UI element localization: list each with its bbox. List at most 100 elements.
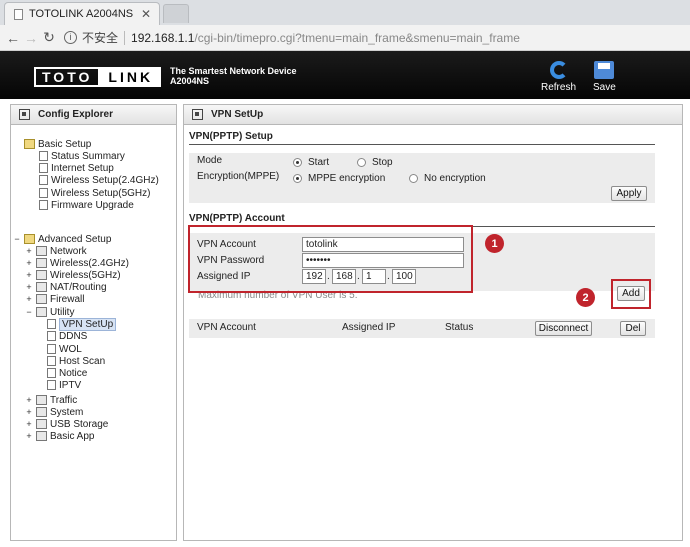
utility-icon [36, 307, 47, 317]
vpn-setup-header: VPN SetUp [184, 105, 682, 125]
vpn-setup-panel: VPN SetUp VPN(PPTP) Setup Mode Start Sto… [183, 104, 683, 541]
tree-item-wireless-5[interactable]: Wireless Setup(5GHz) [36, 187, 150, 199]
pptp-setup-form: Mode Start Stop Encryption(MPPE) MPPE en… [189, 153, 655, 184]
tree-item-firmware-upgrade[interactable]: Firmware Upgrade [36, 199, 134, 211]
apply-button[interactable]: Apply [611, 186, 647, 201]
tree-item-host-scan[interactable]: Host Scan [44, 355, 105, 367]
collapse-icon[interactable]: − [13, 234, 21, 244]
wireless-icon [36, 270, 47, 280]
page-icon [47, 344, 56, 354]
encryption-label: Encryption(MPPE) [197, 171, 280, 182]
tree-item-traffic[interactable]: + Traffic [25, 394, 77, 406]
tree-item-notice[interactable]: Notice [44, 367, 87, 379]
search-icon [19, 109, 30, 120]
tree-item-network[interactable]: + Network [25, 245, 86, 257]
model-name: A2004NS [170, 76, 210, 86]
tree-label: WOL [59, 343, 82, 355]
tree-item-ddns[interactable]: DDNS [44, 330, 87, 342]
tree-label: Host Scan [59, 355, 106, 367]
page-icon [39, 151, 48, 161]
expand-icon[interactable]: + [25, 246, 33, 256]
expand-icon[interactable]: + [25, 419, 33, 429]
tree-label: NAT/Routing [50, 281, 107, 293]
network-icon [36, 246, 47, 256]
radio-icon [357, 158, 366, 167]
totolink-logo: TOTO LINK [34, 67, 162, 87]
tree-item-wireless-24[interactable]: Wireless Setup(2.4GHz) [36, 174, 159, 186]
tree-item-iptv[interactable]: IPTV [44, 379, 81, 391]
tree-item-nat-routing[interactable]: + NAT/Routing [25, 281, 107, 293]
radio-label: Start [308, 157, 330, 168]
tree-item-internet-setup[interactable]: Internet Setup [36, 162, 114, 174]
logo-left: TOTO [34, 67, 101, 87]
url-input[interactable]: i 不安全 192.168.1.1 /cgi-bin/timepro.cgi?t… [64, 28, 664, 48]
address-bar: ← → ↻ i 不安全 192.168.1.1 /cgi-bin/timepro… [0, 25, 690, 51]
save-button[interactable]: Save [593, 61, 616, 93]
tree-advanced-setup[interactable]: − Advanced Setup [13, 233, 111, 245]
expand-icon[interactable]: + [25, 407, 33, 417]
expand-icon[interactable]: + [25, 270, 33, 280]
tree-item-wol[interactable]: WOL [44, 343, 82, 355]
config-explorer-title: Config Explorer [38, 109, 114, 120]
tree-label: Basic App [50, 430, 95, 442]
expand-icon[interactable]: + [25, 258, 33, 268]
tree-item-vpn-setup[interactable]: VPN SetUp [44, 317, 117, 331]
tree-item-utility[interactable]: − Utility [25, 306, 74, 318]
expand-icon[interactable]: + [25, 282, 33, 292]
page-icon [47, 319, 56, 329]
col-vpn-account: VPN Account [197, 322, 256, 333]
refresh-button[interactable]: Refresh [541, 61, 576, 93]
expand-icon[interactable]: + [25, 294, 33, 304]
radio-selected-icon [293, 174, 302, 183]
browser-tab[interactable]: TOTOLINK A2004NS ✕ [4, 2, 160, 25]
expand-icon[interactable]: + [25, 395, 33, 405]
disconnect-button[interactable]: Disconnect [535, 321, 592, 336]
tree-label: Advanced Setup [38, 233, 112, 245]
page-icon [39, 200, 48, 210]
tree-item-usb-storage[interactable]: + USB Storage [25, 418, 108, 430]
wireless-icon [36, 258, 47, 268]
tree-label: Notice [59, 367, 88, 379]
mode-start-radio[interactable]: Start [293, 157, 329, 168]
reload-icon[interactable]: ↻ [40, 29, 58, 46]
usb-icon [36, 419, 47, 429]
col-assigned-ip: Assigned IP [342, 322, 396, 333]
tree-label: USB Storage [50, 418, 109, 430]
annotation-badge-2: 2 [576, 288, 595, 307]
annotation-box-2 [611, 279, 651, 309]
expand-icon[interactable]: + [25, 431, 33, 441]
page-icon [39, 175, 48, 185]
page-icon [47, 368, 56, 378]
divider [124, 30, 126, 45]
tree-item-status-summary[interactable]: Status Summary [36, 150, 125, 162]
page-icon [39, 188, 48, 198]
back-arrow-icon[interactable]: ← [4, 30, 22, 46]
page-icon [47, 380, 56, 390]
traffic-icon [36, 395, 47, 405]
forward-arrow-icon[interactable]: → [22, 30, 40, 46]
del-button[interactable]: Del [620, 321, 646, 336]
tree-item-wireless-5ghz[interactable]: + Wireless(5GHz) [25, 269, 120, 281]
routing-icon [36, 282, 47, 292]
tree-label: Utility [50, 306, 75, 318]
url-host: 192.168.1.1 [131, 30, 195, 45]
floppy-disk-icon [594, 61, 615, 79]
insecure-label: 不安全 [82, 31, 119, 45]
col-status: Status [445, 322, 474, 333]
tree-item-basic-app[interactable]: + Basic App [25, 430, 94, 442]
tree-label: Wireless Setup(5GHz) [51, 187, 151, 199]
collapse-icon[interactable]: − [25, 307, 33, 317]
info-icon[interactable]: i [64, 31, 77, 44]
tree-basic-setup[interactable]: Basic Setup [21, 138, 91, 150]
tree-item-system[interactable]: + System [25, 406, 83, 418]
radio-label: Stop [372, 157, 393, 168]
tree-label: Firmware Upgrade [51, 199, 134, 211]
browser-tab-bar: TOTOLINK A2004NS ✕ [0, 0, 690, 25]
close-icon[interactable]: ✕ [141, 7, 151, 21]
page-icon [39, 163, 48, 173]
tree-item-firewall[interactable]: + Firewall [25, 293, 84, 305]
tree-item-wireless-24ghz[interactable]: + Wireless(2.4GHz) [25, 257, 129, 269]
tab-title: TOTOLINK A2004NS [29, 8, 134, 20]
mode-stop-radio[interactable]: Stop [357, 157, 393, 168]
new-tab-button[interactable] [163, 4, 189, 23]
